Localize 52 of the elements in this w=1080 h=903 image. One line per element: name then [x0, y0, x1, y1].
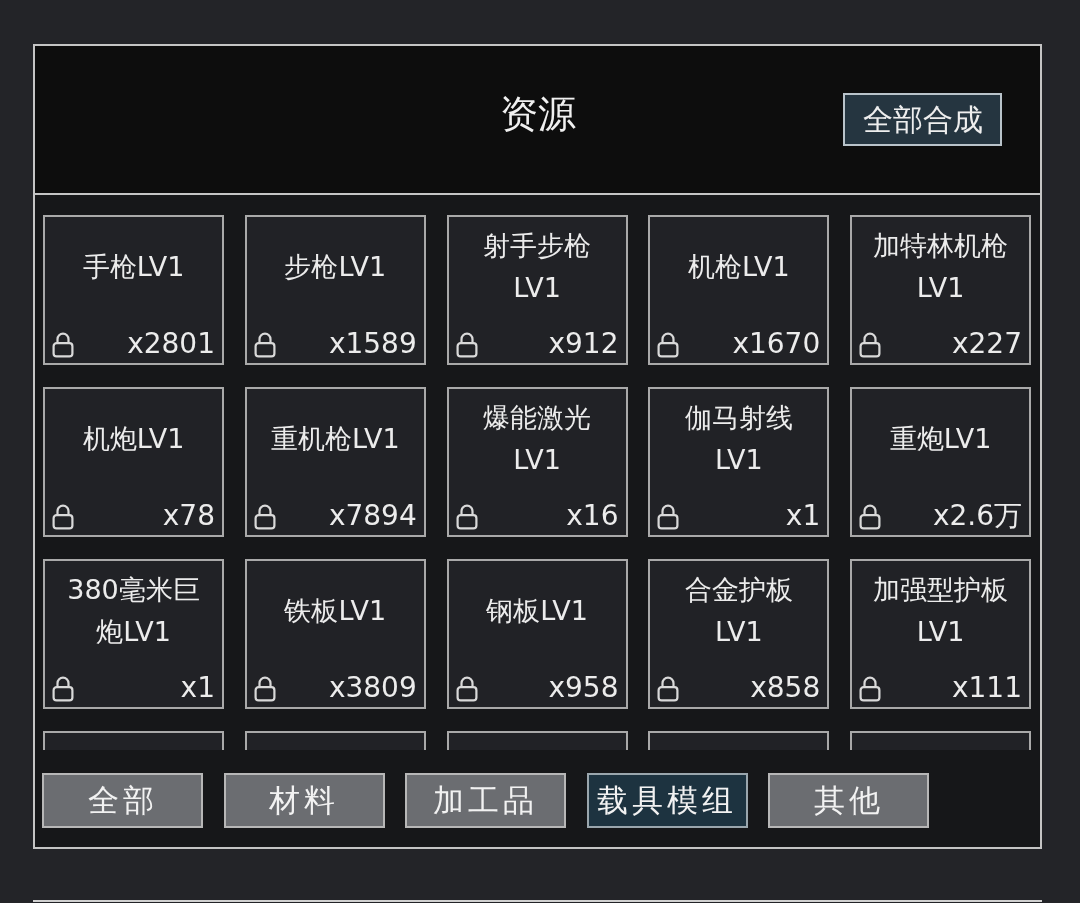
item-name: 手枪LV1	[82, 250, 185, 284]
item-name: 合金护板LV1	[683, 573, 794, 649]
category-tab[interactable]: 材料	[223, 773, 385, 828]
item-count: x1670	[732, 330, 821, 358]
item-count: x1589	[328, 330, 417, 358]
category-tab[interactable]: 其他	[768, 773, 929, 828]
item-card[interactable]: 重炮LV1 x2.6万	[850, 387, 1031, 537]
item-card[interactable]: 加强型护板LV1 x111	[850, 559, 1031, 709]
item-name: 钢板LV1	[486, 594, 588, 628]
item-name: 铁板LV1	[284, 594, 387, 628]
item-card[interactable]: 射手步枪LV1 x912	[446, 215, 628, 365]
item-name: 重机枪LV1	[270, 422, 400, 456]
item-count: x227	[952, 330, 1022, 358]
item-count: x912	[548, 330, 619, 358]
item-count: x7894	[328, 502, 417, 530]
item-count: x2.6万	[932, 502, 1022, 530]
item-card[interactable]: 爆能激光LV1 x16	[446, 387, 628, 537]
item-name: 步枪LV1	[284, 250, 387, 284]
item-card[interactable]: 380毫米巨炮LV1 x1	[43, 559, 224, 709]
item-card[interactable]: 钢板LV1 x958	[446, 559, 628, 709]
item-count: x1	[180, 674, 215, 702]
item-name: 重炮LV1	[889, 422, 992, 456]
item-count: x1	[785, 502, 821, 530]
item-card[interactable]: 手枪LV1 x2801	[43, 215, 224, 365]
craft-all-button[interactable]: 全部合成	[843, 93, 1002, 146]
item-name: 射手步枪LV1	[482, 229, 592, 305]
item-name: 加强型护板LV1	[872, 573, 1009, 649]
item-count: x78	[162, 502, 215, 530]
item-card[interactable]: 机枪LV1 x1670	[648, 215, 830, 365]
item-card[interactable]: 机炮LV1 x78	[43, 387, 224, 537]
category-tab[interactable]: 载具模组	[586, 773, 748, 828]
item-count: x3809	[328, 674, 417, 702]
item-card[interactable]: 伽马射线LV1 x1	[648, 387, 830, 537]
category-tab[interactable]: 加工品	[405, 773, 566, 828]
item-card[interactable]: 加特林机枪LV1 x227	[850, 215, 1031, 365]
item-name: 伽马射线LV1	[683, 401, 794, 477]
item-count: x111	[952, 674, 1022, 702]
item-card[interactable]: 合金护板LV1 x858	[648, 559, 830, 709]
item-card[interactable]: 重机枪LV1 x7894	[244, 387, 426, 537]
item-count: x858	[750, 674, 821, 702]
item-name: 机枪LV1	[687, 250, 790, 284]
item-name: 加特林机枪LV1	[872, 229, 1009, 305]
item-card[interactable]: 步枪LV1 x1589	[244, 215, 426, 365]
item-count: x16	[566, 502, 619, 530]
item-name: 机炮LV1	[82, 422, 185, 456]
item-count: x2801	[127, 330, 215, 358]
item-card[interactable]: 铁板LV1 x3809	[244, 559, 426, 709]
panel-title: 资源	[499, 91, 576, 138]
category-tab[interactable]: 全部	[42, 773, 203, 828]
item-count: x958	[548, 674, 619, 702]
item-name: 380毫米巨炮LV1	[66, 573, 201, 649]
item-name: 爆能激光LV1	[482, 401, 592, 477]
